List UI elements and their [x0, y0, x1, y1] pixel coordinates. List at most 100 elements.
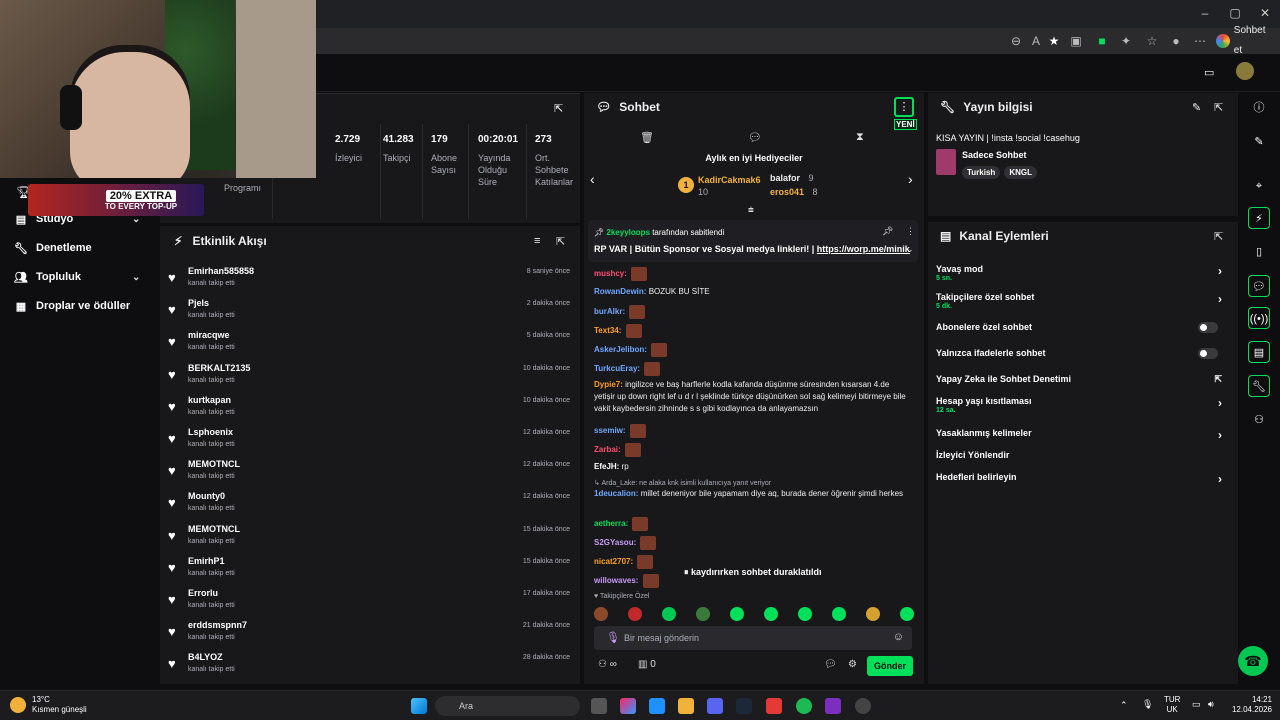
minimize-icon[interactable]: –: [1196, 6, 1214, 22]
weather-widget[interactable]: 13°C Kısmen güneşli: [10, 695, 87, 715]
channel-action-3[interactable]: Yalnızca ifadelerle sohbet: [936, 348, 1232, 359]
promo-banner[interactable]: 20% EXTRA TO EVERY TOP-UP: [28, 184, 204, 216]
chat-bubble-icon[interactable]: 💬︎: [824, 659, 837, 670]
microphone-icon[interactable]: 🎙︎: [606, 631, 620, 644]
chat-input[interactable]: 🎙︎ Bir mesaj gönderin ☺: [594, 626, 912, 650]
popout-icon[interactable]: ⇱: [1214, 230, 1223, 243]
chat-message[interactable]: TurkcuEray:: [594, 362, 910, 376]
chat-username[interactable]: aetherra:: [594, 519, 628, 528]
chat-message[interactable]: RowanDewin: BOZUK BU SİTE: [594, 286, 910, 298]
support-chat-button[interactable]: ☎: [1238, 646, 1268, 676]
folder-icon[interactable]: [678, 698, 694, 714]
channel-action-0[interactable]: Yavaş mod 5 sn. ›: [936, 264, 1232, 282]
puzzle-icon[interactable]: ✦: [1118, 33, 1134, 49]
popout-icon[interactable]: ⇱: [1214, 101, 1223, 114]
filter-icon[interactable]: ≡: [534, 235, 540, 247]
channel-action-2[interactable]: Abonelere özel sohbet: [936, 322, 1232, 333]
popout-icon[interactable]: ⇱: [556, 235, 565, 248]
pinned-link[interactable]: https://worp.me/minik: [817, 244, 910, 254]
chat-username[interactable]: TurkcuEray:: [594, 364, 640, 373]
taskbar-search[interactable]: Ara: [435, 696, 580, 716]
pencil-icon[interactable]: ✎: [1248, 131, 1270, 153]
volume-icon[interactable]: 🔊︎: [1208, 699, 1214, 710]
clipboard-icon[interactable]: ▯: [1248, 241, 1270, 263]
chat-username[interactable]: willowaves:: [594, 576, 638, 585]
wrench-icon[interactable]: 🔧︎: [1248, 375, 1270, 397]
more-icon[interactable]: ⋯: [1192, 33, 1208, 49]
app-icon[interactable]: [825, 698, 841, 714]
chevron-right-icon[interactable]: ›: [908, 171, 913, 187]
maximize-icon[interactable]: ▢: [1226, 6, 1244, 22]
chat-username[interactable]: burAlkr:: [594, 307, 625, 316]
chat-username[interactable]: Zarbai:: [594, 445, 621, 454]
cast-icon[interactable]: ▭: [1204, 66, 1214, 79]
emoji-icon[interactable]: ☺: [893, 631, 904, 643]
chevron-up-icon[interactable]: ⌃: [1120, 700, 1128, 711]
feed-item[interactable]: ♥ erddsmspnn7 kanalı takip etti 21 dakika ö…: [160, 618, 580, 650]
feed-item[interactable]: ♥ kurtkapan kanalı takip etti 10 dakika önc…: [160, 393, 580, 425]
chat-username[interactable]: Dypie7:: [594, 380, 623, 389]
feed-item[interactable]: ♥ Errorlu kanalı takip etti 17 dakika önce: [160, 586, 580, 618]
channel-action-4[interactable]: Yapay Zeka ile Sohbet Denetimi ⇱: [936, 374, 1232, 384]
feed-item[interactable]: ♥ MEMOTNCL kanalı takip etti 15 dakika önce: [160, 522, 580, 554]
chat-bubble-icon[interactable]: 💬︎: [748, 131, 762, 144]
app-icon[interactable]: [766, 698, 782, 714]
discord-icon[interactable]: [707, 698, 723, 714]
channel-action-5[interactable]: Hesap yaşı kısıtlaması 12 sa. ›: [936, 396, 1232, 414]
channel-action-8[interactable]: Hedefleri belirleyin ›: [936, 472, 1232, 486]
channel-action-1[interactable]: Takipçilere özel sohbet 5 dk. ›: [936, 292, 1232, 310]
chat-username[interactable]: AskerJelibon:: [594, 345, 647, 354]
points-icon[interactable]: ▥ 0: [638, 659, 656, 670]
channel-action-6[interactable]: Yasaklanmış kelimeler ›: [936, 428, 1232, 442]
infinity-icon[interactable]: ⚇ ∞: [598, 659, 617, 670]
copilot-button[interactable]: Sohbet et: [1216, 25, 1276, 56]
gear-icon[interactable]: ⚙︎: [848, 659, 857, 670]
nav-item-drops[interactable]: ▦ Droplar ve ödüller: [14, 296, 130, 316]
pin-icon[interactable]: 📌︎: [882, 226, 893, 237]
chat-username[interactable]: nicat2707:: [594, 557, 633, 566]
emote-icon[interactable]: [594, 607, 608, 621]
chat-message[interactable]: Dypie7: ingilizce ve baş harflerle kodla…: [594, 379, 910, 415]
star-icon[interactable]: ★: [1046, 33, 1062, 49]
chat-message[interactable]: S2GYasou:: [594, 536, 910, 550]
chat-menu-button[interactable]: ⋮: [894, 97, 914, 117]
info-icon[interactable]: ⓘ: [1248, 97, 1270, 119]
chat-message[interactable]: EfeJH: rp: [594, 461, 910, 473]
nav-item-community[interactable]: 👥︎ Topluluk ⌄: [14, 267, 140, 287]
chevron-left-icon[interactable]: ‹: [590, 171, 595, 187]
send-button[interactable]: Gönder: [867, 656, 913, 676]
feed-item[interactable]: ♥ Lsphoenix kanalı takip etti 12 dakika önc…: [160, 425, 580, 457]
start-icon[interactable]: [411, 698, 427, 714]
chat-username[interactable]: ssemiw:: [594, 426, 626, 435]
emote-icon[interactable]: [900, 607, 914, 621]
emote-icon[interactable]: [798, 607, 812, 621]
chat-bubble-icon[interactable]: 💬︎: [1248, 275, 1270, 297]
chat-message[interactable]: burAlkr:: [594, 305, 910, 319]
feed-item[interactable]: ♥ MEMOTNCL kanalı takip etti 12 dakika önce: [160, 457, 580, 489]
toggle-switch[interactable]: [1198, 322, 1218, 333]
layout-icon[interactable]: ▤: [1248, 341, 1270, 363]
emote-icon[interactable]: [866, 607, 880, 621]
collapse-icon[interactable]: ⩧: [748, 205, 754, 216]
feed-item[interactable]: ♥ miracqwe kanalı takip etti 5 dakika önce: [160, 328, 580, 360]
extension-icon[interactable]: ■: [1094, 33, 1110, 49]
emote-icon[interactable]: [628, 607, 642, 621]
favorites-icon[interactable]: ☆: [1144, 33, 1160, 49]
microphone-icon[interactable]: 🎙︎: [1142, 699, 1153, 710]
extension-icon[interactable]: ▣: [1068, 33, 1084, 49]
toggle-switch[interactable]: [1198, 348, 1218, 359]
clock[interactable]: 14:21 12.04.2026: [1228, 695, 1272, 715]
emote-icon[interactable]: [730, 607, 744, 621]
read-aloud-icon[interactable]: A: [1028, 33, 1044, 49]
emote-icon[interactable]: [832, 607, 846, 621]
trash-icon[interactable]: 🗑︎: [640, 131, 654, 144]
emote-icon[interactable]: [662, 607, 676, 621]
pencil-icon[interactable]: ✎: [1192, 101, 1201, 114]
feed-item[interactable]: ♥ BERKALT2135 kanalı takip etti 10 dakika ö…: [160, 361, 580, 393]
chat-paused-notice[interactable]: ⏸ kaydırırken sohbet duraklatıldı: [684, 567, 822, 578]
network-icon[interactable]: ▭: [1192, 699, 1201, 710]
channel-action-7[interactable]: İzleyici Yönlendir: [936, 450, 1232, 460]
emote-icon[interactable]: [696, 607, 710, 621]
chat-message[interactable]: Text34:: [594, 324, 910, 338]
language-indicator[interactable]: TUR UK: [1164, 695, 1180, 715]
